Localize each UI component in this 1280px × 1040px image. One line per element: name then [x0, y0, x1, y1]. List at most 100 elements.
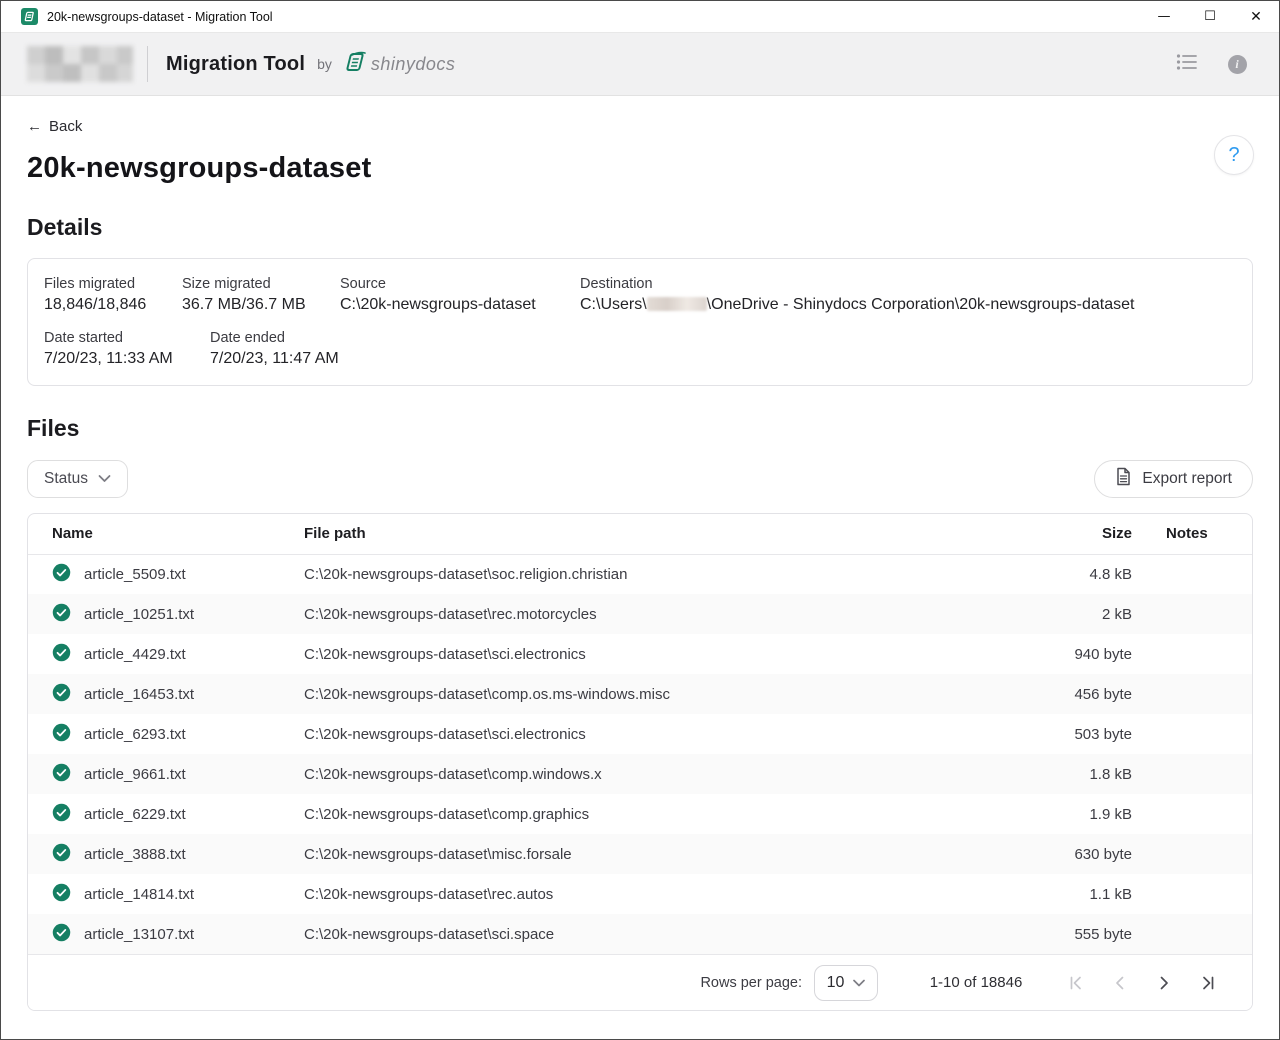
app-window: 20k-newsgroups-dataset - Migration Tool … — [0, 0, 1280, 1040]
file-size: 1.1 kB — [1008, 874, 1148, 914]
file-path: C:\20k-newsgroups-dataset\sci.space — [304, 914, 1008, 954]
table-row: article_16453.txt C:\20k-newsgroups-data… — [28, 674, 1252, 714]
field-source: Source C:\20k-newsgroups-dataset — [340, 276, 580, 314]
file-notes — [1148, 874, 1252, 914]
file-notes — [1148, 834, 1252, 874]
file-name: article_3888.txt — [84, 846, 186, 863]
status-filter-label: Status — [44, 470, 88, 488]
export-report-button[interactable]: Export report — [1094, 460, 1253, 498]
by-label: by — [317, 56, 332, 72]
success-check-icon — [52, 803, 71, 826]
file-size: 940 byte — [1008, 634, 1148, 674]
document-icon — [1115, 467, 1132, 491]
rows-per-page-value: 10 — [827, 974, 845, 992]
table-row: article_5509.txt C:\20k-newsgroups-datas… — [28, 554, 1252, 594]
column-header-name: Name — [28, 514, 304, 554]
file-name: article_10251.txt — [84, 606, 194, 623]
file-name: article_14814.txt — [84, 886, 194, 903]
pagination-range-label: 1-10 of 18846 — [920, 974, 1032, 991]
field-size-migrated: Size migrated 36.7 MB/36.7 MB — [182, 276, 340, 314]
next-page-button[interactable] — [1142, 967, 1186, 999]
app-header: Migration Tool by shinydocs — [1, 32, 1279, 96]
shinydocs-brandmark: shinydocs — [342, 50, 456, 79]
file-notes — [1148, 594, 1252, 634]
main-content: ← Back ? 20k-newsgroups-dataset Details … — [1, 96, 1279, 1011]
file-path: C:\20k-newsgroups-dataset\misc.forsale — [304, 834, 1008, 874]
file-notes — [1148, 754, 1252, 794]
table-row: article_6293.txt C:\20k-newsgroups-datas… — [28, 714, 1252, 754]
table-header-row: Name File path Size Notes — [28, 514, 1252, 554]
redacted-username — [647, 297, 707, 311]
page-title: 20k-newsgroups-dataset — [27, 152, 1253, 185]
window-title: 20k-newsgroups-dataset - Migration Tool — [47, 10, 1141, 24]
file-notes — [1148, 634, 1252, 674]
field-files-migrated: Files migrated 18,846/18,846 — [44, 276, 182, 314]
success-check-icon — [52, 643, 71, 666]
table-row: article_13107.txt C:\20k-newsgroups-data… — [28, 914, 1252, 954]
chevron-down-icon — [853, 974, 865, 992]
help-icon: ? — [1228, 144, 1239, 167]
file-size: 1.9 kB — [1008, 794, 1148, 834]
first-page-button[interactable] — [1054, 967, 1098, 999]
files-toolbar: Status Export report — [27, 460, 1253, 498]
success-check-icon — [52, 763, 71, 786]
file-path: C:\20k-newsgroups-dataset\rec.motorcycle… — [304, 594, 1008, 634]
destination-prefix: C:\Users\ — [580, 296, 647, 313]
pagination-bar: Rows per page: 10 1-10 of 18846 — [28, 954, 1252, 1010]
file-path: C:\20k-newsgroups-dataset\soc.religion.c… — [304, 554, 1008, 594]
window-controls: — ☐ ✕ — [1141, 1, 1279, 32]
minimize-button[interactable]: — — [1141, 1, 1187, 32]
help-button[interactable]: ? — [1214, 135, 1254, 175]
rows-per-page-label: Rows per page: — [700, 975, 802, 991]
column-header-size: Size — [1008, 514, 1148, 554]
file-name: article_4429.txt — [84, 646, 186, 663]
files-table-card: Name File path Size Notes article_5509.t… — [27, 513, 1253, 1011]
success-check-icon — [52, 563, 71, 586]
column-header-filepath: File path — [304, 514, 1008, 554]
file-notes — [1148, 554, 1252, 594]
rows-per-page-select[interactable]: 10 — [814, 965, 878, 1001]
chevron-down-icon — [98, 470, 111, 488]
file-size: 4.8 kB — [1008, 554, 1148, 594]
files-table: Name File path Size Notes article_5509.t… — [28, 514, 1252, 954]
brand-name: shinydocs — [371, 54, 456, 75]
file-name: article_9661.txt — [84, 766, 186, 783]
back-label: Back — [49, 118, 82, 135]
file-path: C:\20k-newsgroups-dataset\comp.windows.x — [304, 754, 1008, 794]
last-page-button[interactable] — [1186, 967, 1230, 999]
activity-list-button[interactable] — [1171, 48, 1203, 80]
app-icon — [21, 8, 38, 25]
table-row: article_14814.txt C:\20k-newsgroups-data… — [28, 874, 1252, 914]
file-size: 456 byte — [1008, 674, 1148, 714]
back-link[interactable]: ← Back — [27, 118, 82, 135]
success-check-icon — [52, 843, 71, 866]
file-size: 503 byte — [1008, 714, 1148, 754]
field-date-started: Date started 7/20/23, 11:33 AM — [44, 330, 210, 368]
file-notes — [1148, 794, 1252, 834]
file-notes — [1148, 674, 1252, 714]
file-name: article_6229.txt — [84, 806, 186, 823]
previous-page-button[interactable] — [1098, 967, 1142, 999]
back-arrow-icon: ← — [27, 118, 42, 135]
file-name: article_6293.txt — [84, 726, 186, 743]
file-notes — [1148, 714, 1252, 754]
files-table-body: article_5509.txt C:\20k-newsgroups-datas… — [28, 554, 1252, 954]
file-size: 1.8 kB — [1008, 754, 1148, 794]
maximize-button[interactable]: ☐ — [1187, 1, 1233, 32]
table-row: article_10251.txt C:\20k-newsgroups-data… — [28, 594, 1252, 634]
info-button[interactable]: i — [1221, 48, 1253, 80]
file-name: article_13107.txt — [84, 926, 194, 943]
details-card: Files migrated 18,846/18,846 Size migrat… — [27, 258, 1253, 386]
status-filter-button[interactable]: Status — [27, 460, 128, 498]
table-row: article_4429.txt C:\20k-newsgroups-datas… — [28, 634, 1252, 674]
file-notes — [1148, 914, 1252, 954]
close-button[interactable]: ✕ — [1233, 1, 1279, 32]
app-title: Migration Tool — [166, 53, 305, 76]
file-path: C:\20k-newsgroups-dataset\comp.graphics — [304, 794, 1008, 834]
list-icon — [1176, 53, 1198, 76]
field-date-ended: Date ended 7/20/23, 11:47 AM — [210, 330, 339, 368]
details-heading: Details — [27, 214, 1253, 241]
header-divider — [147, 46, 148, 82]
shinydocs-logo-icon — [342, 50, 368, 79]
files-heading: Files — [27, 415, 1253, 442]
